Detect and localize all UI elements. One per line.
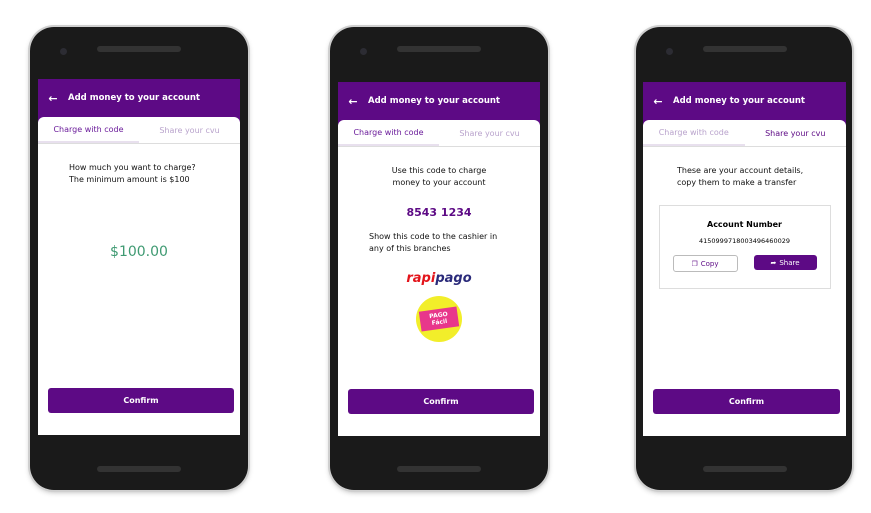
speaker [397,466,481,472]
share-button[interactable]: ➦ Share [753,255,817,270]
cashier-text: Show this code to the cashier in [369,232,498,241]
confirm-button[interactable]: Confirm [653,389,840,414]
camera [60,48,67,55]
tab-share-cvu[interactable]: Share your cvu [745,120,847,146]
tab-share-cvu[interactable]: Share your cvu [139,117,240,143]
confirm-button[interactable]: Confirm [348,389,534,414]
account-number: 4150999718003496460029 [699,237,790,245]
speaker [703,46,787,52]
page-title: Add money to your account [673,96,805,106]
back-arrow-icon[interactable]: ← [38,92,68,105]
tab-charge-with-code[interactable]: Charge with code [38,117,139,143]
page-title: Add money to your account [368,96,500,106]
tab-charge-with-code[interactable]: Charge with code [643,120,745,146]
rapipago-logo: rapipago [406,271,472,286]
phone-charge-amount: ← Add money to your account Charge with c… [30,27,248,490]
pagofacil-logo: PAGO Fácil [416,296,462,342]
copy-label: Copy [700,259,719,268]
instruction-text: Use this code to charge [391,166,487,175]
cashier-text: any of this branches [369,244,451,253]
speaker [97,466,181,472]
instruction-text: money to your account [392,178,486,187]
camera [360,48,367,55]
copy-button[interactable]: ❐ Copy [672,255,738,272]
copy-icon: ❐ [691,259,698,268]
confirm-button[interactable]: Confirm [48,388,234,413]
screen: ← Add money to your account Charge with c… [38,79,240,435]
amount-input[interactable]: $100.00 [38,244,240,260]
details-text: These are your account details, [677,166,804,175]
camera [666,48,673,55]
speaker [397,46,481,52]
screen: ← Add money to your account Charge with c… [338,82,540,436]
pagofacil-logo-text: PAGO Fácil [418,306,460,332]
share-icon: ➦ [770,258,777,267]
speaker [703,466,787,472]
prompt-text: How much you want to charge? [69,163,196,172]
charge-code: 8543 1234 [406,206,472,219]
screen: ← Add money to your account Charge with c… [643,82,846,436]
page-title: Add money to your account [68,93,200,103]
back-arrow-icon[interactable]: ← [338,95,368,108]
account-card: Account Number 4150999718003496460029 ❐ C… [658,205,831,289]
minimum-text: The minimum amount is $100 [69,175,190,184]
account-number-label: Account Number [707,220,782,229]
tab-share-cvu[interactable]: Share your cvu [439,120,540,146]
tab-charge-with-code[interactable]: Charge with code [338,120,439,146]
phone-share-cvu: ← Add money to your account Charge with c… [636,27,852,490]
back-arrow-icon[interactable]: ← [643,95,673,108]
phone-charge-code: ← Add money to your account Charge with c… [330,27,548,490]
details-text: copy them to make a transfer [677,178,797,187]
share-label: Share [779,258,800,267]
speaker [97,46,181,52]
